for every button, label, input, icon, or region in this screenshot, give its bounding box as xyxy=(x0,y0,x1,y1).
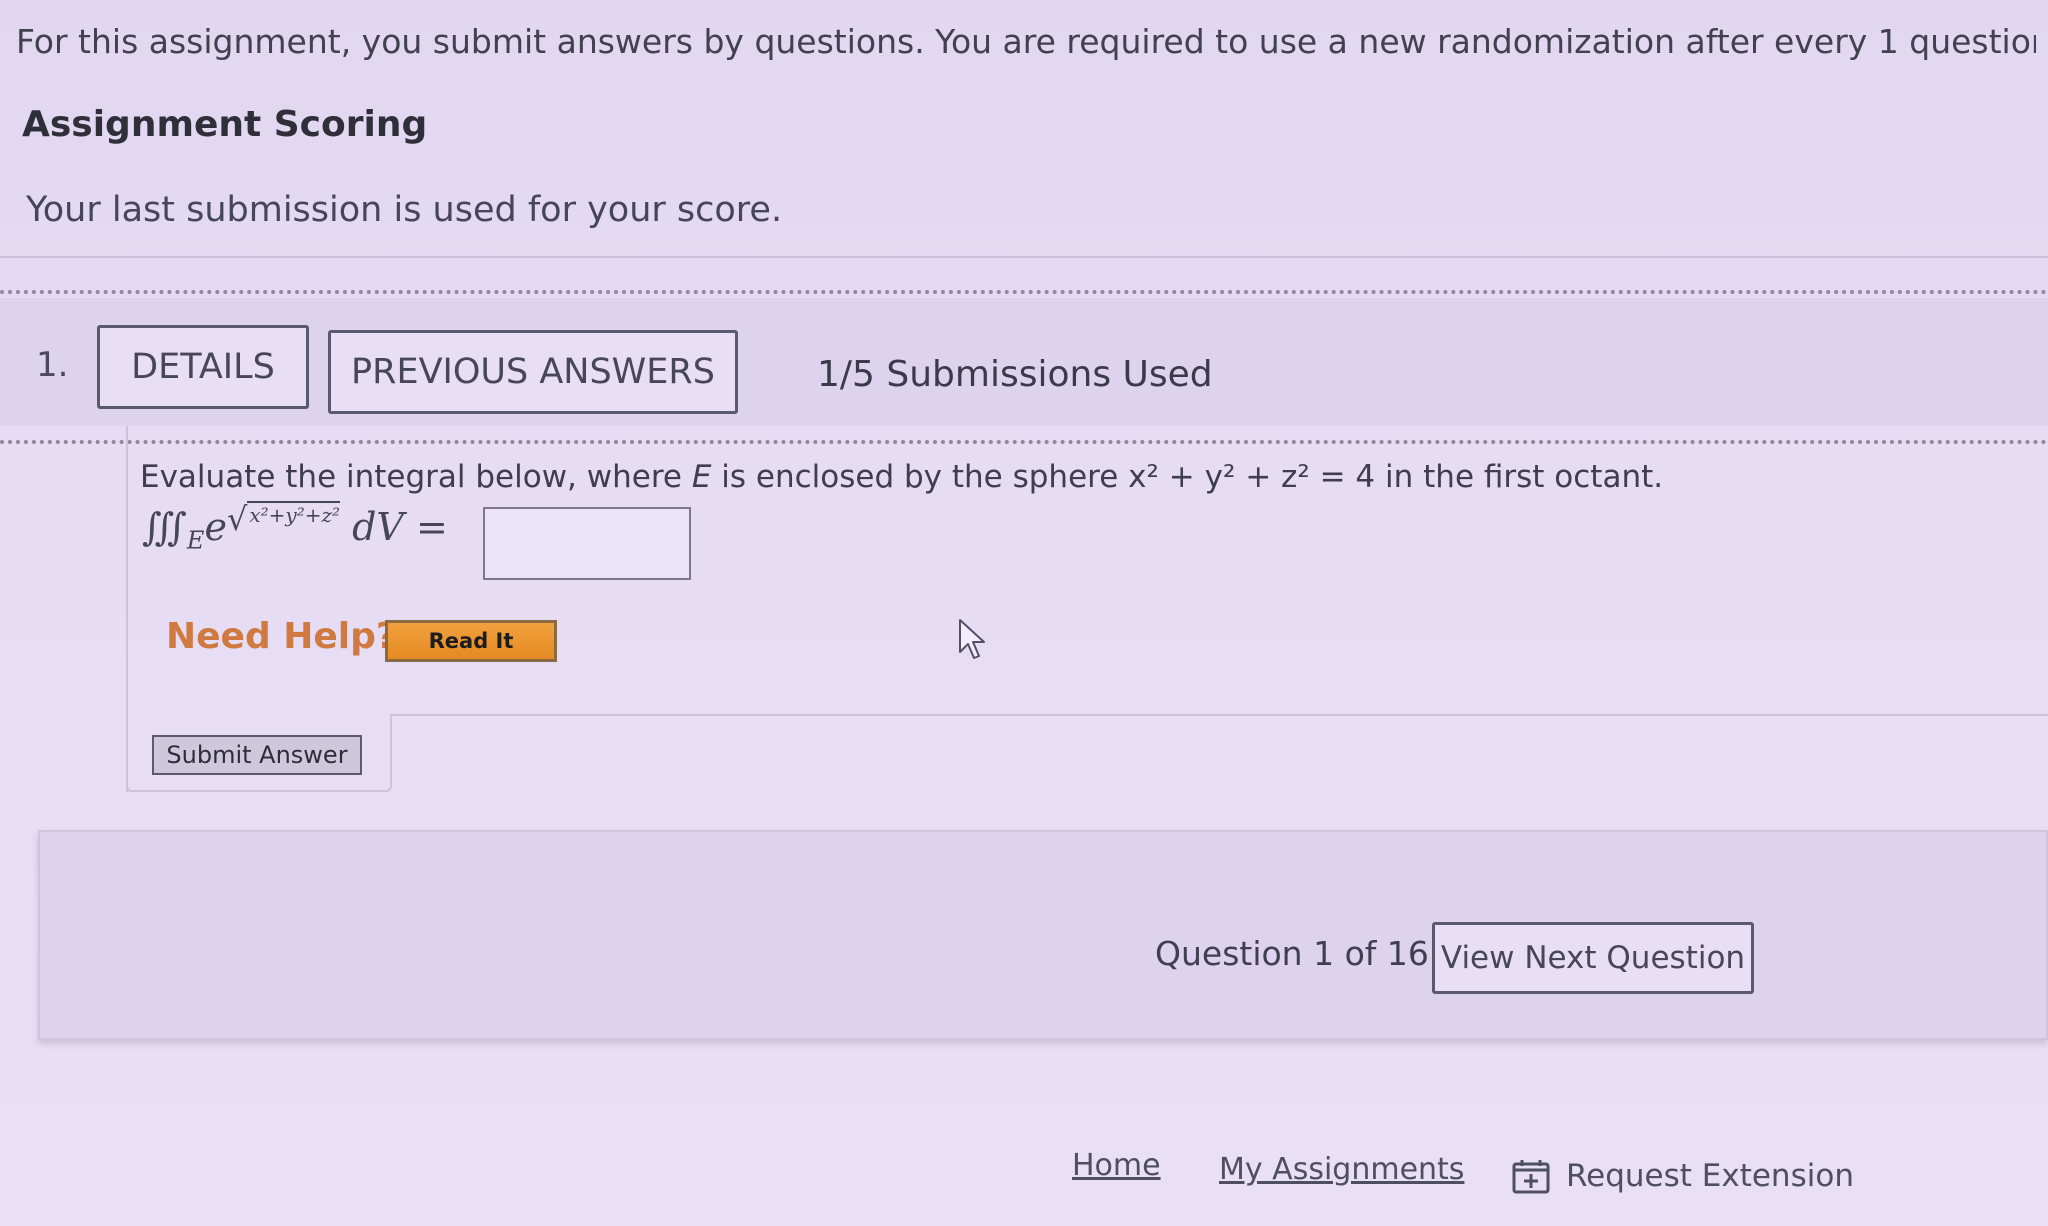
divider xyxy=(0,256,2048,258)
prompt-text-2: is enclosed by the sphere xyxy=(711,459,1129,495)
my-assignments-link[interactable]: My Assignments xyxy=(1219,1152,1464,1187)
need-help-label: Need Help? xyxy=(166,616,397,657)
read-it-button[interactable]: Read It xyxy=(385,620,557,662)
submit-answer-button[interactable]: Submit Answer xyxy=(152,735,362,775)
prompt-text-1: Evaluate the integral below, where xyxy=(140,459,692,495)
question-number: 1. xyxy=(36,345,69,385)
mouse-pointer-icon xyxy=(959,619,985,659)
integral-region: E xyxy=(186,526,205,555)
answer-input[interactable] xyxy=(483,507,691,580)
scoring-note: Your last submission is used for your sc… xyxy=(26,190,783,230)
triple-integral-symbol: ∭ xyxy=(142,505,187,549)
integrand-radicand: x²+y²+z² xyxy=(247,501,341,527)
page: For this assignment, you submit answers … xyxy=(0,0,2048,1226)
request-extension-label: Request Extension xyxy=(1566,1158,1854,1194)
submit-divider xyxy=(390,714,2048,716)
submissions-used-counter: 1/5 Submissions Used xyxy=(817,354,1213,395)
view-next-question-button[interactable]: View Next Question xyxy=(1432,922,1754,994)
question-counter: Question 1 of 16 xyxy=(1155,934,1429,973)
assignment-scoring-heading: Assignment Scoring xyxy=(22,104,428,145)
prompt-text-3: in the first octant. xyxy=(1375,459,1664,495)
request-extension-link[interactable]: Request Extension xyxy=(1512,1158,1854,1194)
home-link[interactable]: Home xyxy=(1072,1148,1161,1183)
previous-answers-button[interactable]: PREVIOUS ANSWERS xyxy=(328,330,738,414)
sphere-equation: x² + y² + z² = 4 xyxy=(1128,459,1376,495)
dotted-divider-top xyxy=(0,290,2048,294)
question-prompt: Evaluate the integral below, where E is … xyxy=(140,459,1663,495)
integral-expression: ∭Ee√ x²+y²+z² dV = xyxy=(142,500,448,555)
assignment-intro-text: For this assignment, you submit answers … xyxy=(16,22,2036,61)
details-button[interactable]: DETAILS xyxy=(97,325,309,409)
integrand-base: e xyxy=(204,505,227,549)
integral-differential: dV = xyxy=(340,505,448,549)
sqrt-symbol: √ xyxy=(226,500,248,538)
prompt-region-variable: E xyxy=(691,459,712,495)
calendar-plus-icon xyxy=(1512,1160,1550,1194)
